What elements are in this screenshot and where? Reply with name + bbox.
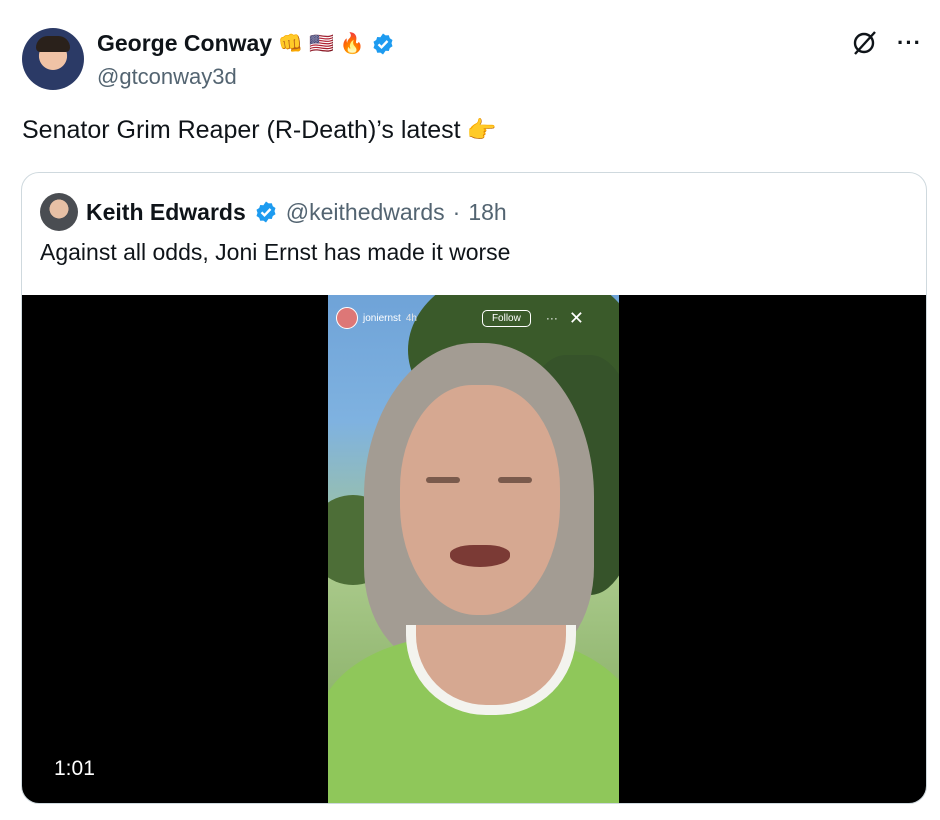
fist-emoji: 👊 (278, 32, 304, 55)
quoted-author-handle[interactable]: @keithedwards (286, 199, 445, 226)
author-name-row[interactable]: George Conway 👊 🇺🇸 🔥 (97, 30, 395, 57)
author-handle[interactable]: @gtconway3d (97, 64, 237, 90)
tweet-body: Senator Grim Reaper (R-Death)’s latest (22, 116, 461, 144)
verified-badge-icon (256, 201, 276, 223)
us-flag-emoji: 🇺🇸 (309, 32, 334, 55)
separator-dot: · (452, 198, 461, 225)
quoted-author-name[interactable]: Keith Edwards (86, 199, 246, 226)
fire-emoji: 🔥 (339, 32, 365, 55)
video-player[interactable]: joniernst 4h Follow ··· ✕ 1:01 (22, 295, 926, 803)
story-username: joniernst (363, 312, 401, 324)
story-time: 4h (405, 312, 417, 324)
verified-badge-icon (373, 33, 393, 54)
face-image (400, 385, 560, 615)
author-avatar[interactable] (22, 28, 84, 90)
story-header: joniernst 4h Follow ··· ✕ (336, 307, 613, 329)
story-follow-button: Follow (481, 309, 531, 327)
story-avatar (336, 307, 358, 329)
video-frame: joniernst 4h Follow ··· ✕ (328, 295, 619, 803)
quoted-author-avatar[interactable] (40, 193, 78, 231)
more-options-icon[interactable]: ··· (897, 30, 922, 56)
grok-icon[interactable] (849, 28, 879, 58)
tweet-text: Senator Grim Reaper (R-Death)’s latest 👉 (22, 116, 496, 145)
quoted-tweet[interactable]: Keith Edwards @keithedwards · 18h Agains… (21, 172, 927, 804)
quoted-tweet-text: Against all odds, Joni Ernst has made it… (40, 239, 511, 265)
author-name[interactable]: George Conway (97, 30, 272, 57)
story-close-icon: ✕ (568, 308, 584, 328)
story-more-icon: ··· (545, 311, 558, 325)
quoted-tweet-header: Keith Edwards @keithedwards · 18h (40, 193, 507, 231)
video-duration: 1:01 (54, 757, 95, 780)
pointing-right-emoji: 👉 (466, 116, 497, 144)
quoted-tweet-time[interactable]: 18h (468, 199, 506, 226)
